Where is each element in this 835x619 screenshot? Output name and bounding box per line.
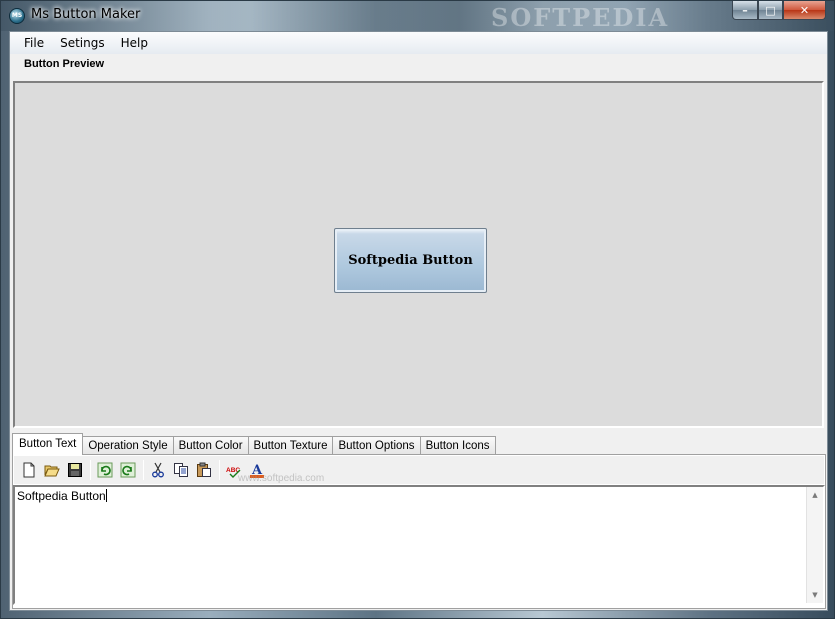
softpedia-watermark: SOFTPEDIA [491, 3, 670, 32]
app-window: MS Ms Button Maker SOFTPEDIA – □ ✕ File … [0, 0, 835, 619]
undo-icon[interactable] [94, 459, 116, 481]
menu-bar: File Setings Help [10, 32, 827, 54]
scroll-up-icon[interactable]: ▲ [807, 487, 823, 503]
save-icon[interactable] [64, 459, 86, 481]
text-editor-frame: Softpedia Button ▲ ▼ [13, 485, 825, 605]
toolbar-separator [219, 460, 220, 480]
preview-label: Button Preview [24, 58, 105, 70]
open-icon[interactable] [41, 459, 63, 481]
tab-button-texture[interactable]: Button Texture [247, 436, 334, 455]
button-preview-area: Softpedia Button [13, 81, 824, 428]
tab-operation-style[interactable]: Operation Style [82, 436, 174, 455]
maximize-button[interactable]: □ [758, 1, 783, 20]
editor-toolbar: ABC A [14, 456, 824, 484]
caption-buttons: – □ ✕ [732, 1, 826, 20]
button-text-editor[interactable]: Softpedia Button [16, 487, 806, 603]
toolbar-separator [143, 460, 144, 480]
menu-settings[interactable]: Setings [52, 32, 113, 54]
preview-button[interactable]: Softpedia Button [334, 228, 487, 293]
button-text-panel: www.softpedia.com ABC A Softpedia Button… [12, 454, 826, 609]
window-title: Ms Button Maker [31, 7, 141, 22]
paste-icon[interactable] [193, 459, 215, 481]
panel-watermark: www.softpedia.com [238, 473, 325, 484]
minimize-button[interactable]: – [732, 1, 758, 20]
app-icon[interactable]: MS [9, 8, 25, 24]
tab-button-text[interactable]: Button Text [12, 433, 84, 455]
text-caret [105, 489, 107, 502]
scroll-down-icon[interactable]: ▼ [807, 587, 823, 603]
editor-text: Softpedia Button [17, 489, 106, 503]
new-icon[interactable] [18, 459, 40, 481]
menu-help[interactable]: Help [113, 32, 156, 54]
title-bar[interactable]: MS Ms Button Maker SOFTPEDIA – □ ✕ [1, 1, 834, 32]
toolbar-separator [90, 460, 91, 480]
tab-button-icons[interactable]: Button Icons [419, 436, 496, 455]
vertical-scrollbar[interactable]: ▲ ▼ [806, 487, 823, 603]
copy-icon[interactable] [170, 459, 192, 481]
cut-icon[interactable] [147, 459, 169, 481]
redo-icon[interactable] [117, 459, 139, 481]
tab-button-options[interactable]: Button Options [332, 436, 421, 455]
tab-strip: Button Text Operation Style Button Color… [12, 433, 496, 455]
client-area: File Setings Help Button Preview Softped… [9, 31, 828, 611]
close-button[interactable]: ✕ [783, 1, 826, 20]
menu-file[interactable]: File [16, 32, 52, 54]
tab-button-color[interactable]: Button Color [172, 436, 249, 455]
